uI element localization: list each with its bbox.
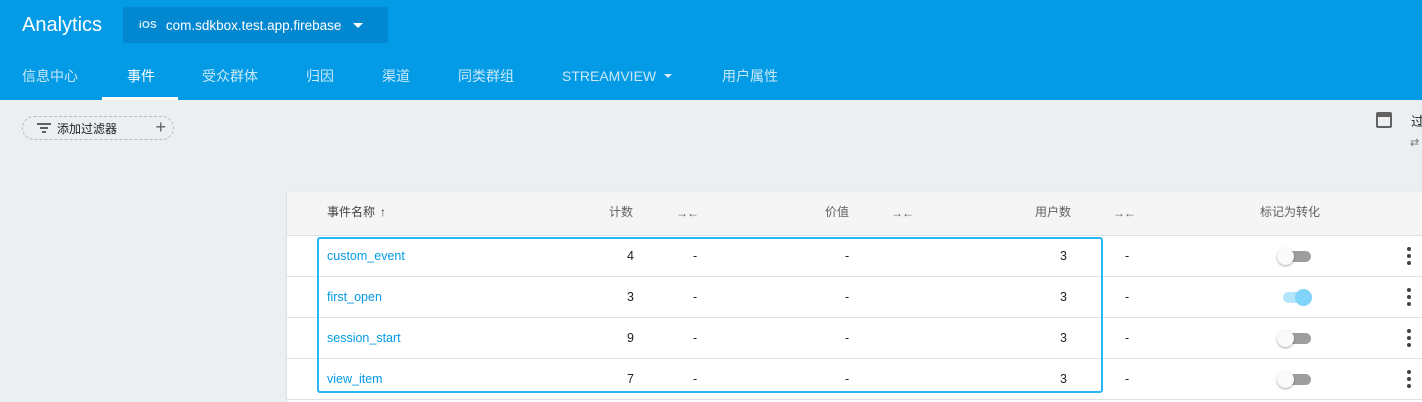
table-row: first_open 3 - - 3 - bbox=[287, 276, 1422, 318]
tab-streamview[interactable]: STREAMVIEW bbox=[562, 58, 673, 100]
tab-events[interactable]: 事件 bbox=[127, 58, 155, 100]
count-change: - bbox=[693, 372, 698, 386]
calendar-icon[interactable] bbox=[1376, 112, 1392, 128]
more-vert-icon[interactable] bbox=[1406, 247, 1412, 265]
more-vert-icon[interactable] bbox=[1406, 370, 1412, 388]
event-value: - bbox=[845, 290, 850, 304]
compare-arrows-icon: ⇄ bbox=[1410, 137, 1420, 149]
user-count: 3 bbox=[1060, 249, 1067, 263]
top-app-bar: Analytics iOS com.sdkbox.test.app.fireba… bbox=[0, 0, 1422, 100]
event-name-link[interactable]: session_start bbox=[327, 317, 401, 358]
table-row: custom_event 4 - - 3 - bbox=[287, 235, 1422, 277]
event-count: 7 bbox=[627, 372, 634, 386]
event-count: 9 bbox=[627, 331, 634, 345]
event-value: - bbox=[845, 331, 850, 345]
event-name-link[interactable]: view_item bbox=[327, 358, 383, 399]
event-value: - bbox=[845, 249, 850, 263]
more-vert-icon[interactable] bbox=[1406, 288, 1412, 306]
tab-dashboard[interactable]: 信息中心 bbox=[22, 58, 78, 100]
column-users[interactable]: 用户数 bbox=[1035, 192, 1071, 235]
table-header: 事件名称 ↑ 计数 →← 价值 →← 用户数 →← 标记为转化 bbox=[287, 192, 1422, 236]
more-vert-icon[interactable] bbox=[1406, 329, 1412, 347]
event-name-link[interactable]: custom_event bbox=[327, 235, 405, 276]
events-table: 事件名称 ↑ 计数 →← 价值 →← 用户数 →← 标记为转化 custom_ev… bbox=[287, 192, 1422, 402]
count-change: - bbox=[693, 290, 698, 304]
add-filter-label: 添加过滤器 bbox=[57, 121, 118, 136]
users-change: - bbox=[1125, 290, 1130, 304]
active-tab-indicator bbox=[102, 97, 178, 100]
count-change: - bbox=[693, 249, 698, 263]
users-change: - bbox=[1125, 249, 1130, 263]
add-filter-button[interactable]: 添加过滤器 + bbox=[22, 116, 174, 140]
column-event-name-label: 事件名称 bbox=[327, 205, 376, 219]
event-value: - bbox=[845, 372, 850, 386]
tab-audiences[interactable]: 受众群体 bbox=[202, 58, 258, 100]
tab-cohorts[interactable]: 同类群组 bbox=[458, 58, 514, 100]
conversion-toggle[interactable] bbox=[1277, 330, 1313, 347]
user-count: 3 bbox=[1060, 290, 1067, 304]
app-title: Analytics bbox=[22, 14, 103, 36]
ios-platform-icon: iOS bbox=[139, 19, 157, 31]
project-selector[interactable]: iOS com.sdkbox.test.app.firebase bbox=[123, 7, 388, 43]
tab-channels[interactable]: 渠道 bbox=[382, 58, 410, 100]
compare-arrows-icon: →← bbox=[1113, 206, 1136, 220]
event-count: 4 bbox=[627, 249, 634, 263]
column-mark-conversion: 标记为转化 bbox=[1260, 205, 1321, 219]
users-change: - bbox=[1125, 331, 1130, 345]
user-count: 3 bbox=[1060, 331, 1067, 345]
sort-ascending-icon: ↑ bbox=[380, 205, 387, 219]
table-row: session_start 9 - - 3 - bbox=[287, 317, 1422, 359]
column-value[interactable]: 价值 bbox=[825, 192, 849, 235]
compare-arrows-icon: →← bbox=[891, 206, 914, 220]
compare-arrows-icon: →← bbox=[676, 206, 699, 220]
conversion-toggle[interactable] bbox=[1277, 371, 1313, 388]
tab-attribution[interactable]: 归因 bbox=[306, 58, 334, 100]
tab-user-properties[interactable]: 用户属性 bbox=[722, 58, 778, 100]
conversion-toggle[interactable] bbox=[1277, 248, 1313, 265]
column-count[interactable]: 计数 bbox=[609, 192, 633, 235]
dropdown-arrow-icon bbox=[353, 22, 364, 28]
count-change: - bbox=[693, 331, 698, 345]
plus-icon: + bbox=[155, 117, 166, 137]
tab-streamview-label: STREAMVIEW bbox=[562, 68, 657, 84]
date-range-label[interactable]: 过 bbox=[1411, 111, 1422, 130]
filter-list-icon bbox=[37, 123, 51, 133]
column-event-name[interactable]: 事件名称 ↑ bbox=[327, 192, 386, 235]
event-count: 3 bbox=[627, 290, 634, 304]
event-name-link[interactable]: first_open bbox=[327, 276, 382, 317]
user-count: 3 bbox=[1060, 372, 1067, 386]
users-change: - bbox=[1125, 372, 1130, 386]
table-row: view_item 7 - - 3 - bbox=[287, 358, 1422, 400]
project-name: com.sdkbox.test.app.firebase bbox=[165, 17, 342, 33]
chevron-down-icon bbox=[664, 73, 673, 78]
conversion-toggle[interactable] bbox=[1277, 289, 1313, 306]
